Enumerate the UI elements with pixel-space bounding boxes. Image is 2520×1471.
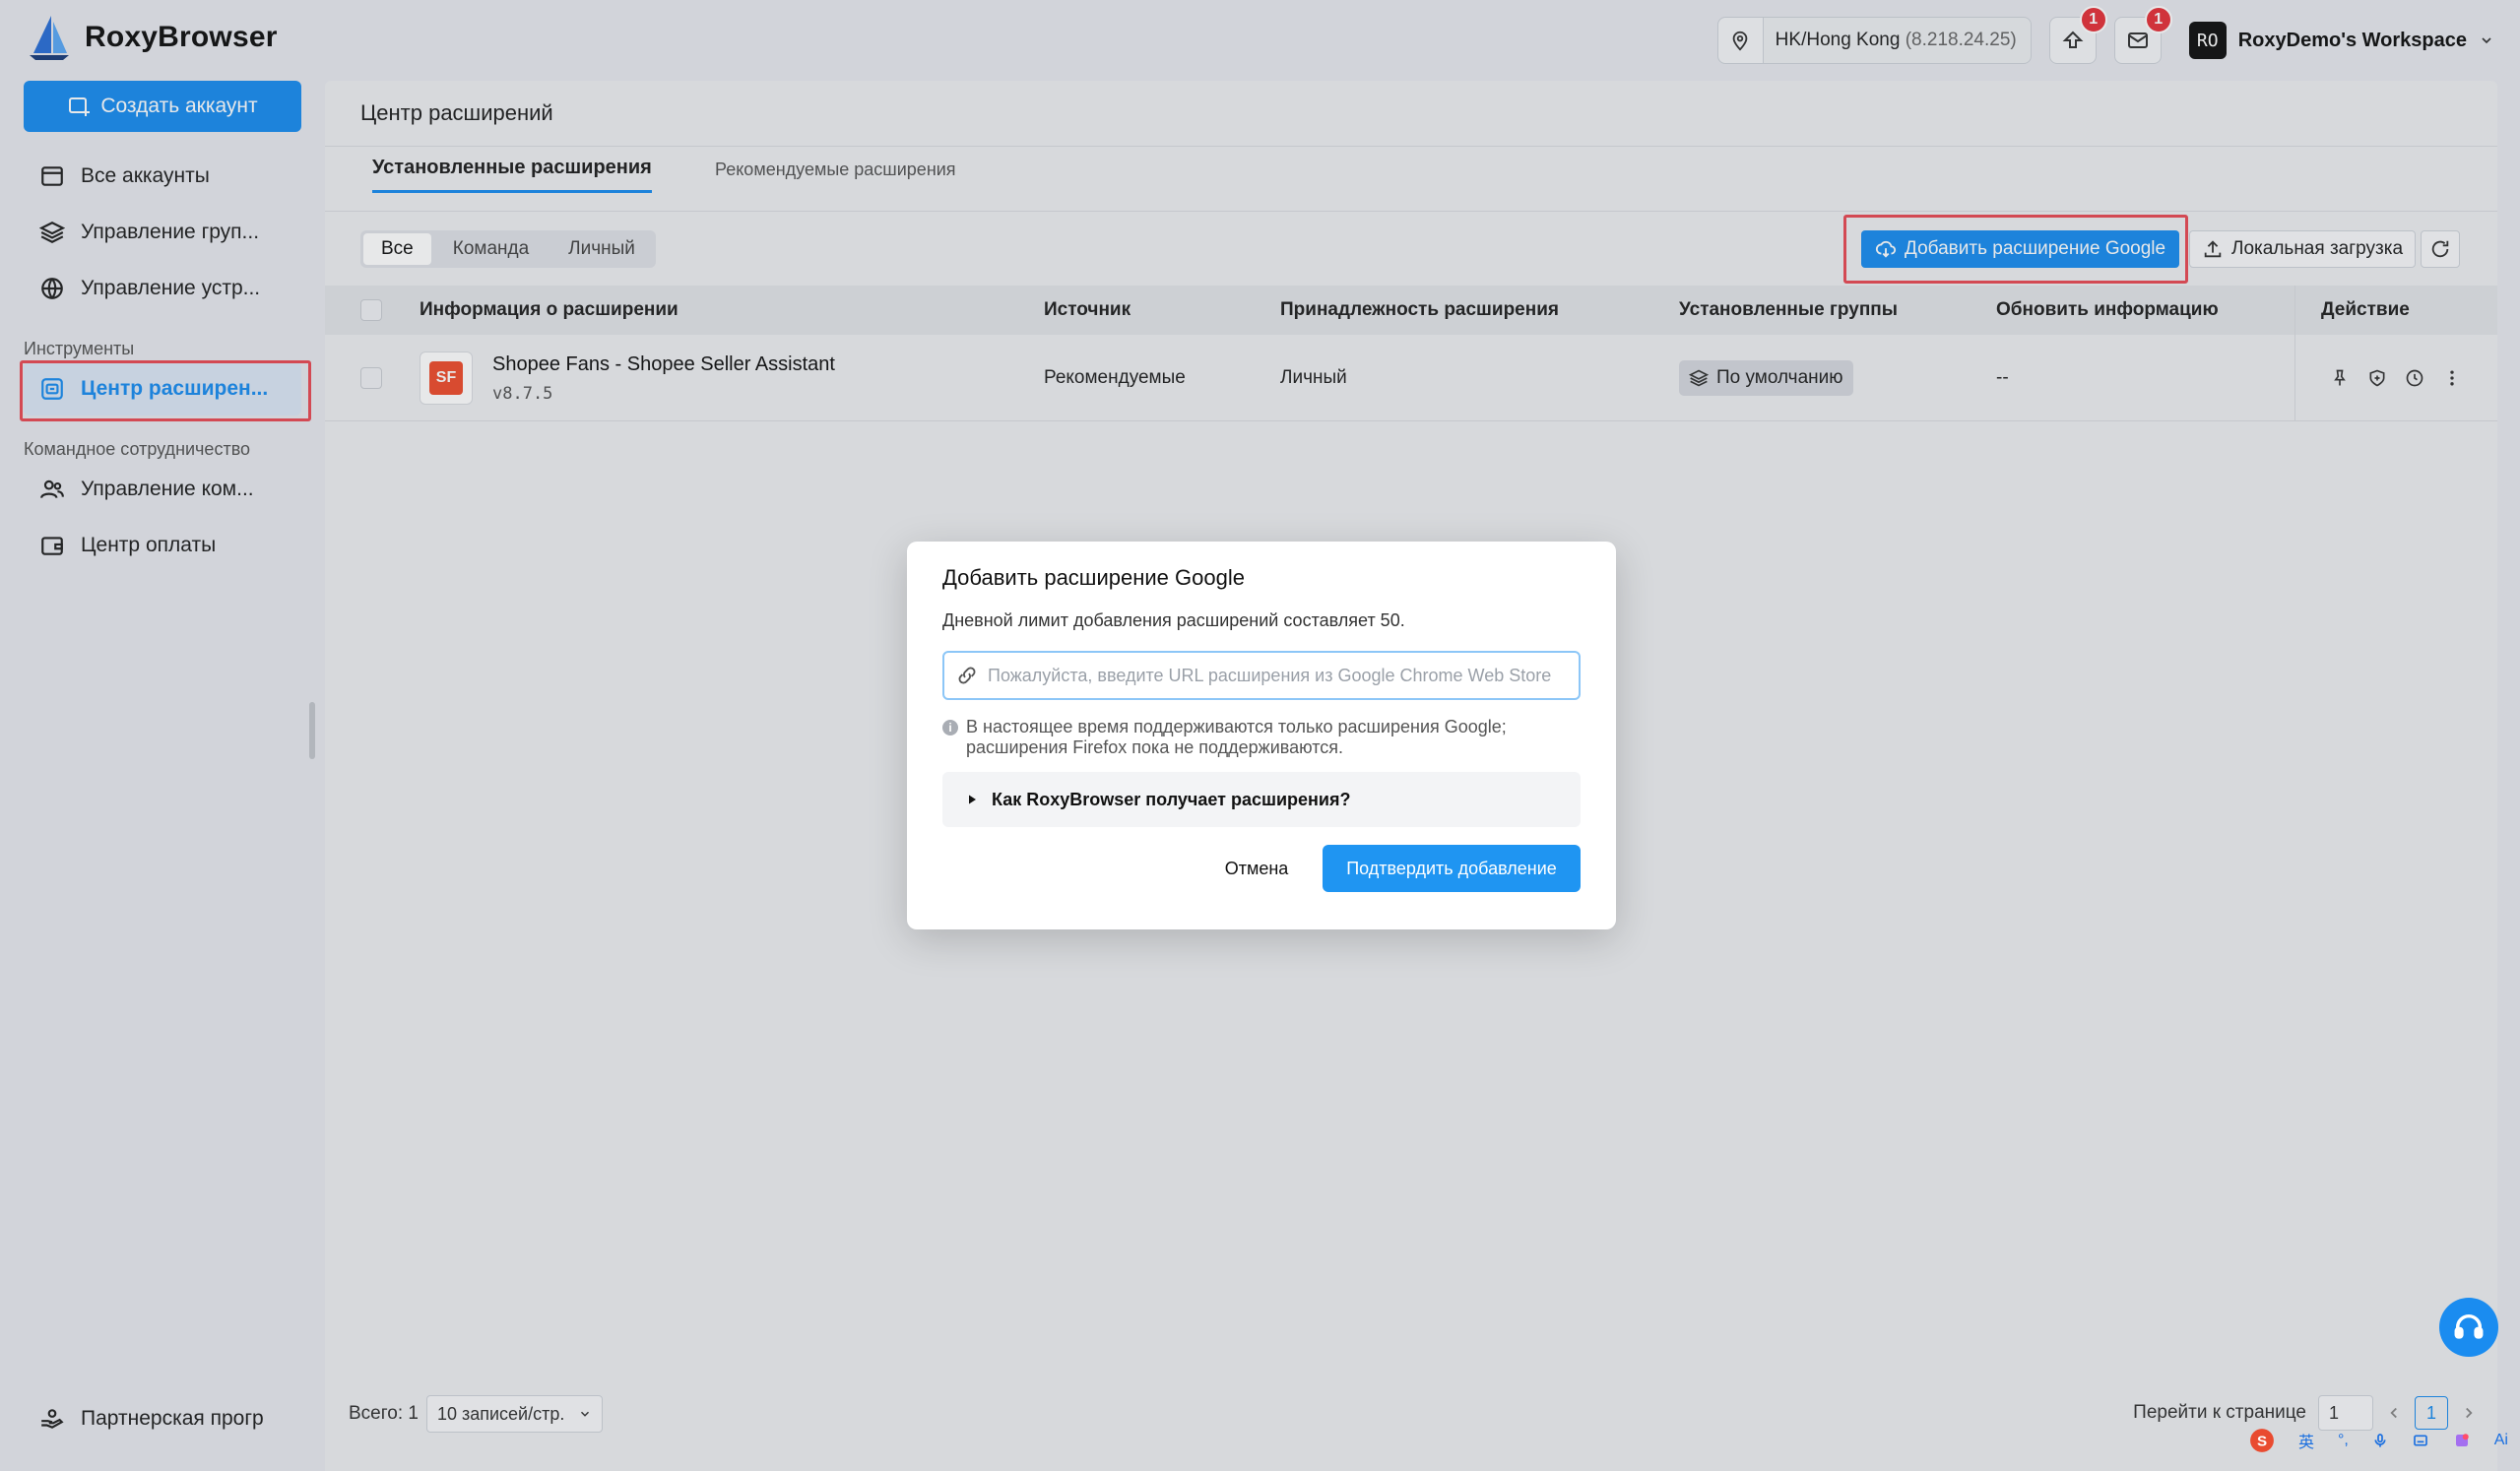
support-note-line1: В настоящее время поддерживаются только … <box>966 717 1507 736</box>
caret-right-icon <box>969 795 976 804</box>
link-icon <box>958 667 976 684</box>
skin-icon[interactable] <box>2453 1432 2471 1449</box>
collapse-label: Как RoxyBrowser получает расширения? <box>992 789 1351 809</box>
cancel-button[interactable]: Отмена <box>1193 845 1321 892</box>
microphone-icon[interactable] <box>2372 1432 2388 1449</box>
support-note-line2: расширения Firefox пока не поддерживаютс… <box>966 737 1344 757</box>
svg-text:S: S <box>2257 1433 2267 1449</box>
info-icon: i <box>942 720 958 736</box>
confirm-add-button[interactable]: Подтвердить добавление <box>1323 845 1581 892</box>
ime-language-indicator[interactable]: 英 <box>2298 1429 2314 1452</box>
dialog-description: Дневной лимит добавления расширений сост… <box>942 610 1405 630</box>
support-note: i В настоящее время поддерживаются тольк… <box>942 717 1507 758</box>
customer-support-button[interactable] <box>2439 1298 2498 1357</box>
keyboard-icon[interactable] <box>2412 1433 2429 1448</box>
how-extensions-collapse[interactable]: Как RoxyBrowser получает расширения? <box>942 772 1581 827</box>
extension-url-input[interactable] <box>988 665 1579 686</box>
extension-url-field[interactable] <box>942 651 1581 700</box>
ai-assistant-indicator[interactable]: Ai <box>2494 1432 2508 1449</box>
sogou-ime-icon[interactable]: S <box>2249 1428 2275 1453</box>
punctuation-indicator[interactable]: °, <box>2338 1432 2349 1449</box>
headset-icon <box>2454 1314 2484 1339</box>
dialog-title: Добавить расширение Google <box>942 565 1245 590</box>
add-google-extension-dialog: Добавить расширение Google Дневной лимит… <box>907 542 1616 929</box>
system-tray: S 英 °, Ai <box>2237 1426 2520 1455</box>
